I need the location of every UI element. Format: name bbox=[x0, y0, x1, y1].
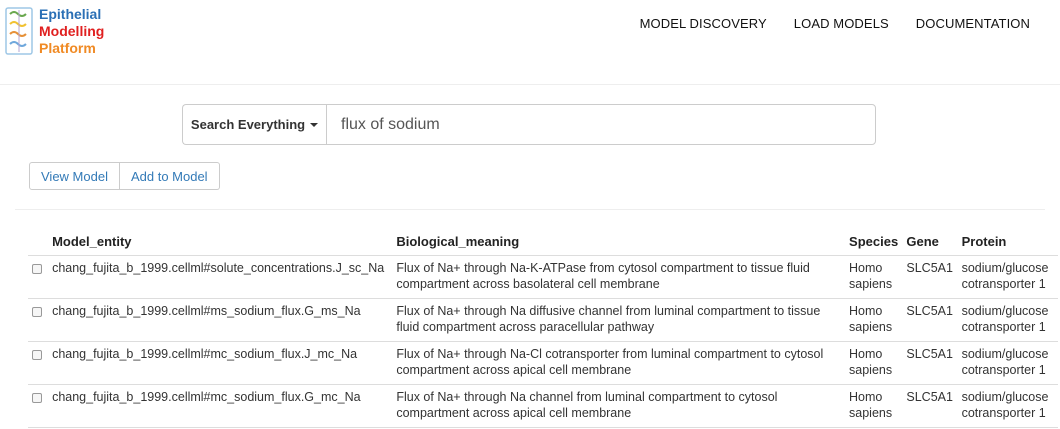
header-protein: Protein bbox=[957, 226, 1058, 256]
cell-protein: sodium/glucose cotransporter 1 bbox=[957, 298, 1058, 342]
cell-biological-meaning: Flux of Na+ through Na-Cl cotransporter … bbox=[392, 341, 846, 385]
cell-protein: sodium/glucose cotransporter 1 bbox=[957, 341, 1058, 385]
cell-species: Homo sapiens bbox=[845, 384, 903, 428]
nav-model-discovery[interactable]: MODEL DISCOVERY bbox=[640, 16, 767, 31]
search-scope-label: Search Everything bbox=[190, 117, 306, 132]
search-bar: Search Everything bbox=[182, 104, 876, 145]
cell-biological-meaning: Flux of Na+ through Na-K-ATPase from cyt… bbox=[392, 255, 846, 299]
results-table: Model_entity Biological_meaning Species … bbox=[28, 226, 1058, 428]
model-actions: View Model Add to Model bbox=[29, 162, 220, 190]
add-to-model-button[interactable]: Add to Model bbox=[119, 162, 220, 190]
header-select bbox=[28, 226, 49, 256]
cell-species: Homo sapiens bbox=[845, 341, 903, 385]
row-checkbox[interactable] bbox=[32, 263, 42, 274]
cell-gene: SLC5A1 bbox=[902, 384, 958, 428]
logo-line-platform: Platform bbox=[39, 40, 96, 56]
cell-model-entity: chang_fujita_b_1999.cellml#mc_sodium_flu… bbox=[48, 341, 393, 385]
nav-documentation[interactable]: DOCUMENTATION bbox=[916, 16, 1030, 31]
main-nav: MODEL DISCOVERY LOAD MODELS DOCUMENTATIO… bbox=[640, 16, 1030, 31]
row-checkbox[interactable] bbox=[32, 349, 42, 360]
cell-gene: SLC5A1 bbox=[902, 341, 958, 385]
cell-protein: sodium/glucose cotransporter 1 bbox=[957, 255, 1058, 299]
logo-text: Epithelial Modelling Platform bbox=[39, 6, 104, 57]
content-divider bbox=[15, 209, 1045, 210]
cell-species: Homo sapiens bbox=[845, 255, 903, 299]
caret-down-icon bbox=[310, 122, 319, 127]
row-select-cell bbox=[28, 341, 49, 385]
header: Epithelial Modelling Platform MODEL DISC… bbox=[0, 0, 1060, 60]
search-scope-dropdown[interactable]: Search Everything bbox=[182, 104, 326, 145]
cell-protein: sodium/glucose cotransporter 1 bbox=[957, 384, 1058, 428]
nav-load-models[interactable]: LOAD MODELS bbox=[794, 16, 889, 31]
table-header-row: Model_entity Biological_meaning Species … bbox=[28, 226, 1058, 256]
row-checkbox[interactable] bbox=[32, 306, 42, 317]
search-input[interactable] bbox=[326, 104, 876, 145]
header-biological-meaning: Biological_meaning bbox=[392, 226, 846, 256]
header-model-entity: Model_entity bbox=[48, 226, 393, 256]
cell-gene: SLC5A1 bbox=[902, 255, 958, 299]
logo-line-epithelial: Epithelial bbox=[39, 6, 102, 22]
cell-gene: SLC5A1 bbox=[902, 298, 958, 342]
logo-line-modelling: Modelling bbox=[39, 23, 105, 39]
header-gene: Gene bbox=[902, 226, 958, 256]
cell-model-entity: chang_fujita_b_1999.cellml#mc_sodium_flu… bbox=[48, 384, 393, 428]
table-row[interactable]: chang_fujita_b_1999.cellml#ms_sodium_flu… bbox=[28, 298, 1058, 342]
header-divider bbox=[0, 84, 1060, 85]
table-row[interactable]: chang_fujita_b_1999.cellml#mc_sodium_flu… bbox=[28, 341, 1058, 385]
cell-species: Homo sapiens bbox=[845, 298, 903, 342]
cell-model-entity: chang_fujita_b_1999.cellml#solute_concen… bbox=[48, 255, 393, 299]
table-row[interactable]: chang_fujita_b_1999.cellml#mc_sodium_flu… bbox=[28, 384, 1058, 428]
platform-logo[interactable]: Epithelial Modelling Platform bbox=[4, 6, 114, 58]
epithelium-logo-icon bbox=[5, 7, 33, 55]
cell-biological-meaning: Flux of Na+ through Na diffusive channel… bbox=[392, 298, 846, 342]
view-model-button[interactable]: View Model bbox=[29, 162, 120, 190]
cell-biological-meaning: Flux of Na+ through Na channel from lumi… bbox=[392, 384, 846, 428]
header-species: Species bbox=[845, 226, 903, 256]
row-checkbox[interactable] bbox=[32, 392, 42, 403]
table-row[interactable]: chang_fujita_b_1999.cellml#solute_concen… bbox=[28, 255, 1058, 299]
row-select-cell bbox=[28, 384, 49, 428]
cell-model-entity: chang_fujita_b_1999.cellml#ms_sodium_flu… bbox=[48, 298, 393, 342]
row-select-cell bbox=[28, 298, 49, 342]
row-select-cell bbox=[28, 255, 49, 299]
